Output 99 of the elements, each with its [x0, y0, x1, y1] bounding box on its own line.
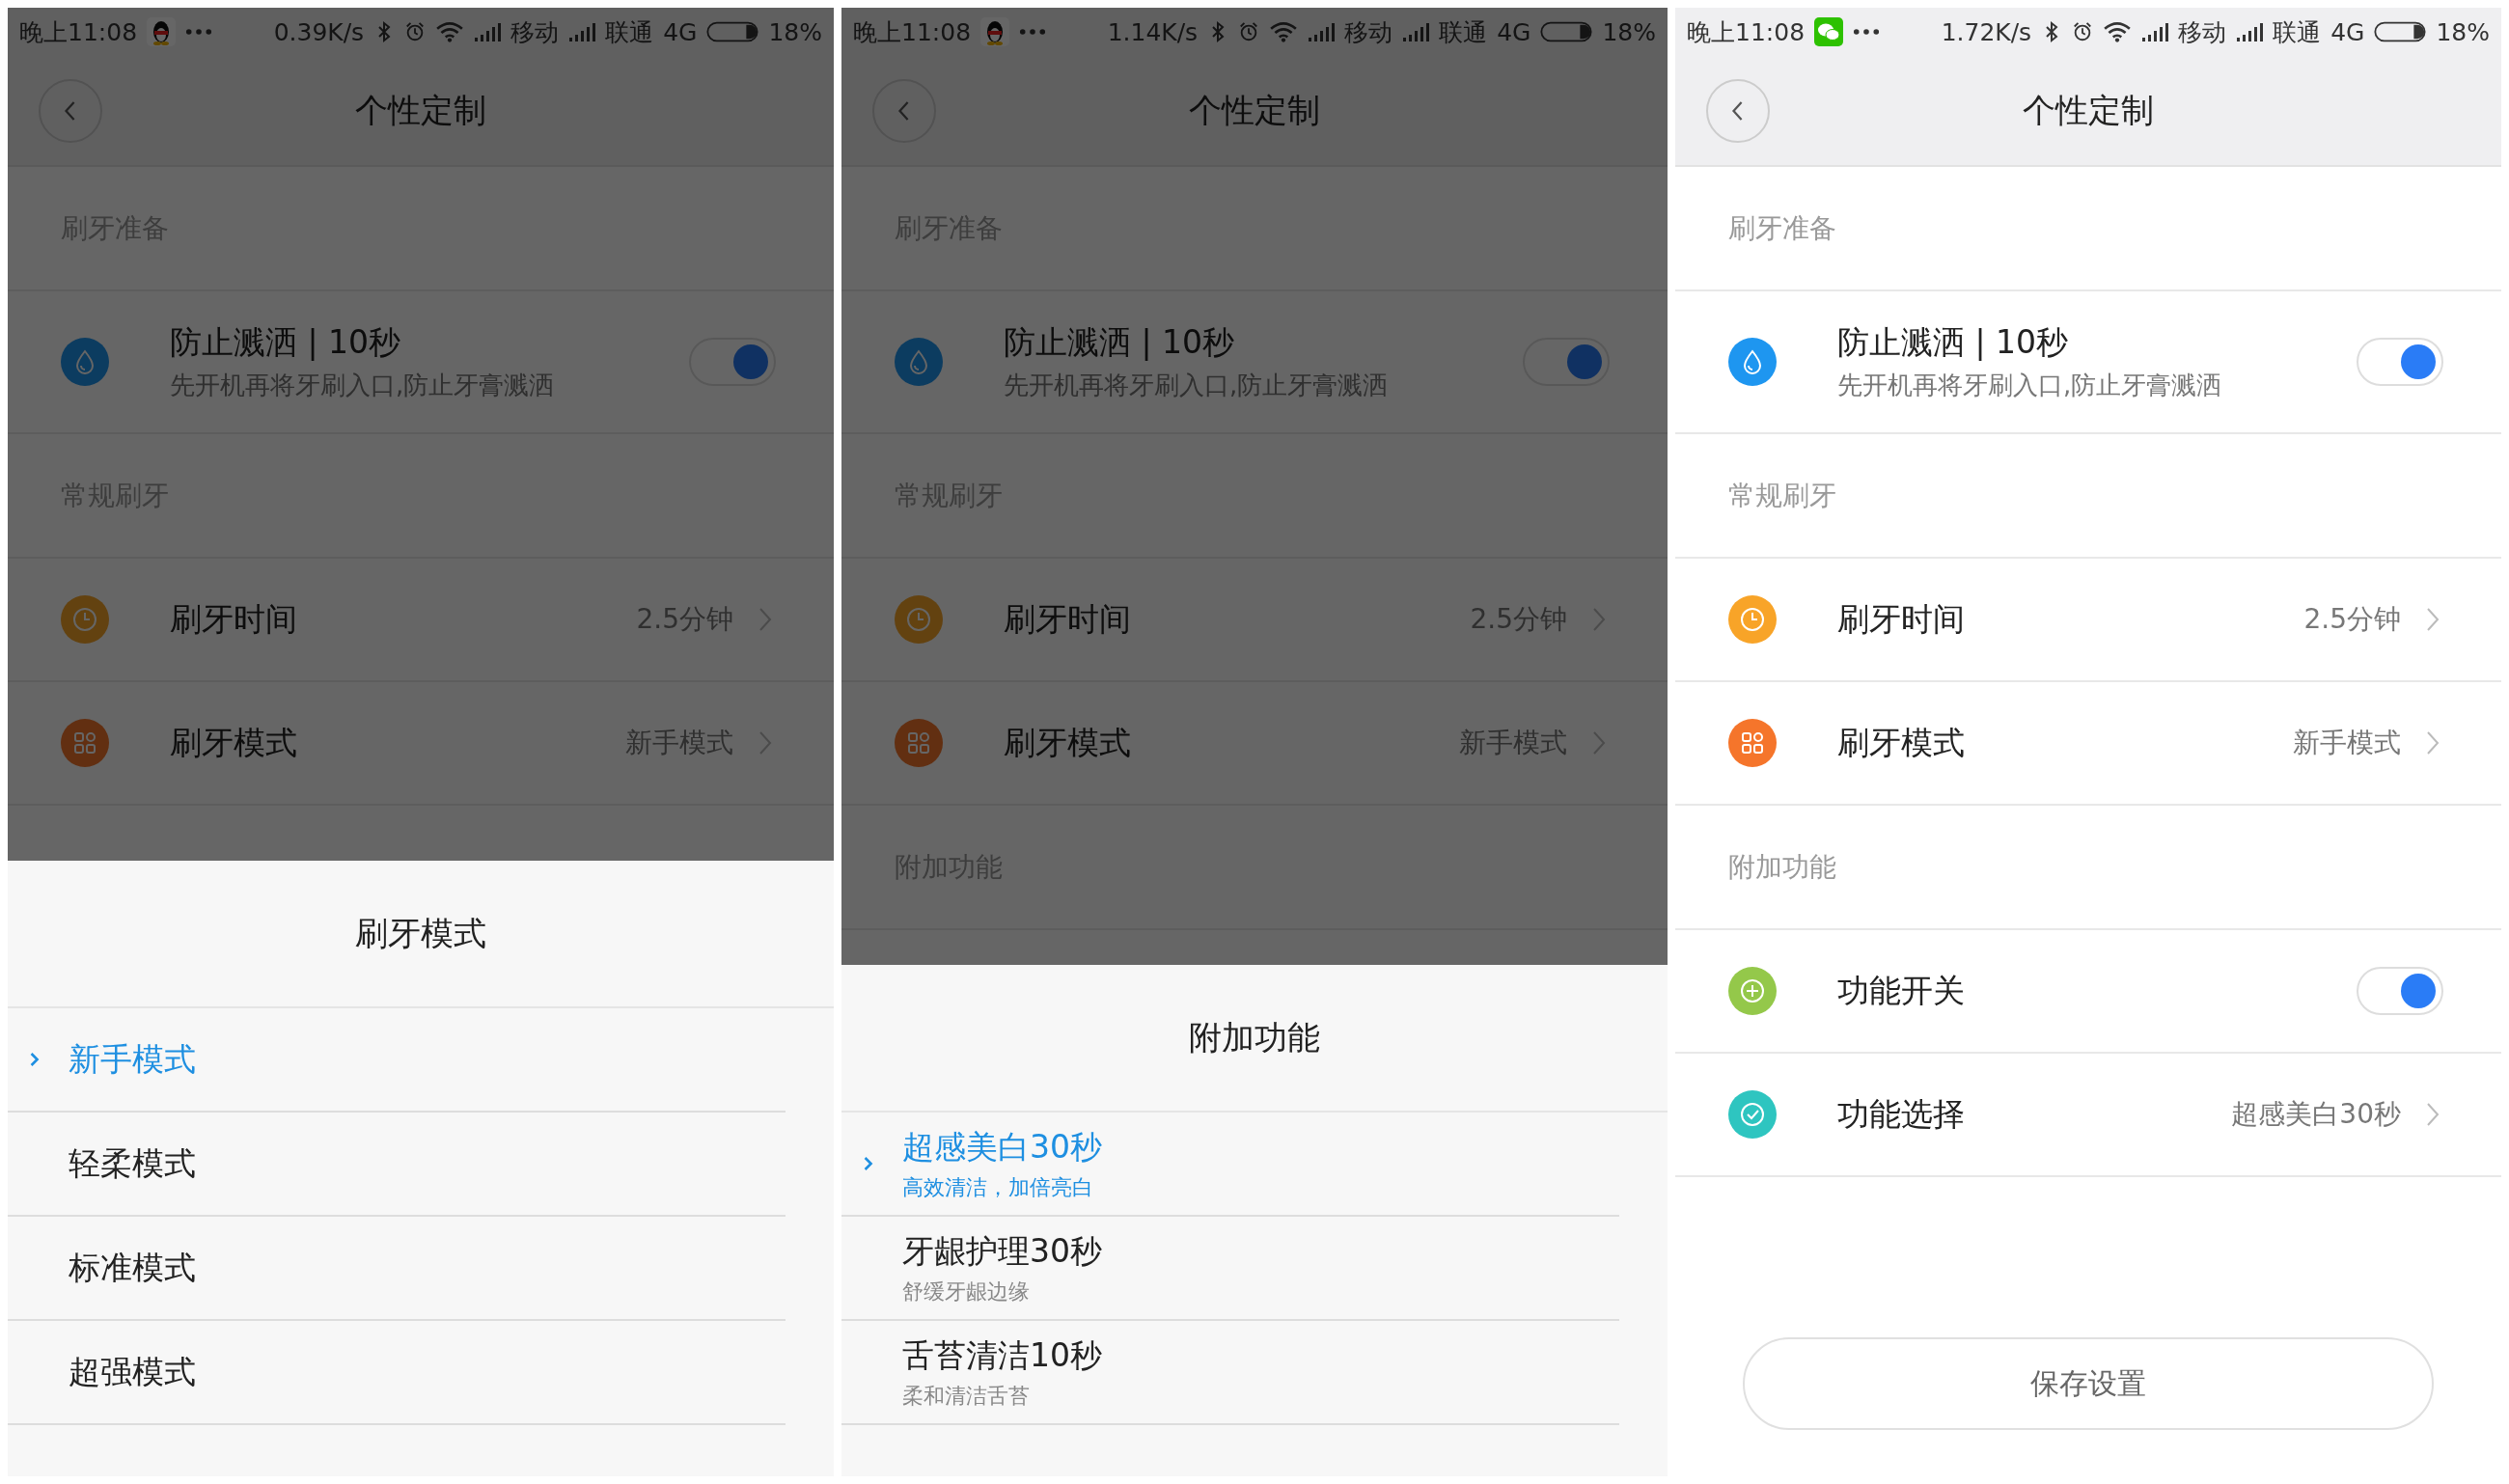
- signal-icon: [1402, 22, 1430, 41]
- settings-row[interactable]: 功能选择 超感美白30秒: [1675, 1054, 2501, 1177]
- option-label: 新手模式: [69, 1038, 196, 1080]
- toggle-switch[interactable]: [1523, 338, 1610, 386]
- row-label: 功能开关: [1837, 970, 1966, 1011]
- more-icon: [1019, 28, 1047, 36]
- option-description: 舒缓牙龈边缘: [902, 1278, 1031, 1305]
- network-speed: 0.39K/s: [273, 17, 365, 46]
- sheet-title: 刷牙模式: [355, 912, 486, 954]
- chevron-icon: [863, 1155, 874, 1172]
- section-title: 附加功能: [1728, 849, 1836, 885]
- alarm-icon: [1238, 20, 1260, 43]
- network-speed: 1.14K/s: [1107, 17, 1199, 46]
- chat-icon: [1814, 17, 1844, 46]
- option-item[interactable]: 标准模式: [8, 1217, 786, 1321]
- row-label: 刷牙时间: [170, 598, 298, 640]
- option-label: 牙龈护理30秒: [902, 1230, 1102, 1272]
- sheet-title: 附加功能: [1189, 1016, 1320, 1058]
- alarm-icon: [2072, 20, 2094, 43]
- back-button[interactable]: [872, 79, 936, 143]
- battery-icon: [2374, 21, 2427, 42]
- row-label: 刷牙模式: [170, 722, 298, 763]
- signal-icon: [474, 22, 502, 41]
- option-label: 标准模式: [69, 1247, 196, 1288]
- chevron-icon: [2426, 606, 2440, 633]
- carrier-name: 移动: [510, 16, 560, 48]
- network-type: 4G: [1497, 17, 1531, 46]
- page-title: 个性定制: [355, 89, 486, 131]
- carrier-name: 联通: [605, 16, 654, 48]
- settings-row[interactable]: 防止溅洒 | 10秒 先开机再将牙刷入口,防止牙膏溅洒: [1675, 291, 2501, 434]
- row-value: 超感美白30秒: [2231, 1097, 2401, 1132]
- settings-row[interactable]: 刷牙时间 2.5分钟: [1675, 559, 2501, 682]
- carrier-name: 移动: [1344, 16, 1393, 48]
- chevron-icon: [1592, 729, 1606, 756]
- status-time: 晚上11:08: [19, 16, 138, 48]
- toggle-switch[interactable]: [2357, 338, 2443, 386]
- row-label: 防止溅洒 | 10秒: [170, 322, 402, 363]
- row-label: 刷牙时间: [1004, 598, 1132, 640]
- chevron-icon: [2426, 729, 2440, 756]
- network-type: 4G: [663, 17, 698, 46]
- row-value: 新手模式: [2293, 726, 2401, 760]
- battery-percent: 18%: [1602, 17, 1656, 46]
- alarm-icon: [404, 20, 427, 43]
- toggle-switch[interactable]: [689, 338, 776, 386]
- chevron-icon: [1592, 606, 1606, 633]
- option-item[interactable]: 舌苔清洁10秒 柔和清洁舌苔: [841, 1321, 1619, 1425]
- signal-icon: [1308, 22, 1336, 41]
- chevron-icon: [758, 729, 772, 756]
- row-description: 先开机再将牙刷入口,防止牙膏溅洒: [1837, 370, 2223, 401]
- battery-percent: 18%: [2436, 17, 2490, 46]
- network-type: 4G: [2330, 17, 2365, 46]
- section-title: 常规刷牙: [1728, 478, 1836, 513]
- more-icon: [1853, 28, 1881, 36]
- carrier-name: 移动: [2178, 16, 2227, 48]
- wifi-icon: [1269, 20, 1299, 43]
- option-item[interactable]: 轻柔模式: [8, 1113, 786, 1217]
- page-title: 个性定制: [1189, 89, 1320, 131]
- signal-icon: [2141, 22, 2169, 41]
- option-description: 高效清洁，加倍亮白: [902, 1173, 1094, 1201]
- page-title: 个性定制: [2023, 89, 2154, 131]
- battery-icon: [706, 21, 759, 42]
- row-value: 2.5分钟: [2303, 602, 2401, 637]
- carrier-name: 联通: [1439, 16, 1488, 48]
- penguin-icon: [980, 17, 1010, 46]
- network-speed: 1.72K/s: [1941, 17, 2032, 46]
- wifi-icon: [435, 20, 465, 43]
- chevron-icon: [29, 1051, 41, 1068]
- back-button[interactable]: [39, 79, 102, 143]
- option-label: 超感美白30秒: [902, 1126, 1102, 1168]
- signal-icon: [568, 22, 596, 41]
- settings-row[interactable]: 刷牙模式 新手模式: [1675, 682, 2501, 806]
- chevron-icon: [2426, 1101, 2440, 1128]
- penguin-icon: [147, 17, 177, 46]
- settings-row[interactable]: 功能开关: [1675, 930, 2501, 1054]
- carrier-name: 联通: [2273, 16, 2322, 48]
- option-description: 柔和清洁舌苔: [902, 1382, 1031, 1410]
- status-time: 晚上11:08: [1687, 16, 1806, 48]
- save-button[interactable]: 保存设置: [1743, 1337, 2434, 1430]
- back-button[interactable]: [1706, 79, 1770, 143]
- wifi-icon: [2103, 20, 2133, 43]
- row-label: 防止溅洒 | 10秒: [1004, 322, 1236, 363]
- option-item[interactable]: 牙龈护理30秒 舒缓牙龈边缘: [841, 1217, 1619, 1321]
- option-label: 轻柔模式: [69, 1142, 196, 1184]
- option-item[interactable]: 超强模式: [8, 1321, 786, 1425]
- option-label: 舌苔清洁10秒: [902, 1334, 1102, 1376]
- signal-icon: [2236, 22, 2264, 41]
- row-label: 刷牙模式: [1004, 722, 1132, 763]
- section-title: 刷牙准备: [1728, 210, 1836, 246]
- more-icon: [185, 28, 213, 36]
- row-label: 刷牙模式: [1837, 722, 1966, 763]
- row-label: 刷牙时间: [1837, 598, 1966, 640]
- chevron-icon: [758, 606, 772, 633]
- row-label: 防止溅洒 | 10秒: [1837, 322, 2070, 363]
- battery-icon: [1540, 21, 1593, 42]
- row-label: 功能选择: [1837, 1093, 1966, 1135]
- option-label: 超强模式: [69, 1351, 196, 1392]
- status-time: 晚上11:08: [853, 16, 972, 48]
- toggle-switch[interactable]: [2357, 967, 2443, 1015]
- battery-percent: 18%: [768, 17, 822, 46]
